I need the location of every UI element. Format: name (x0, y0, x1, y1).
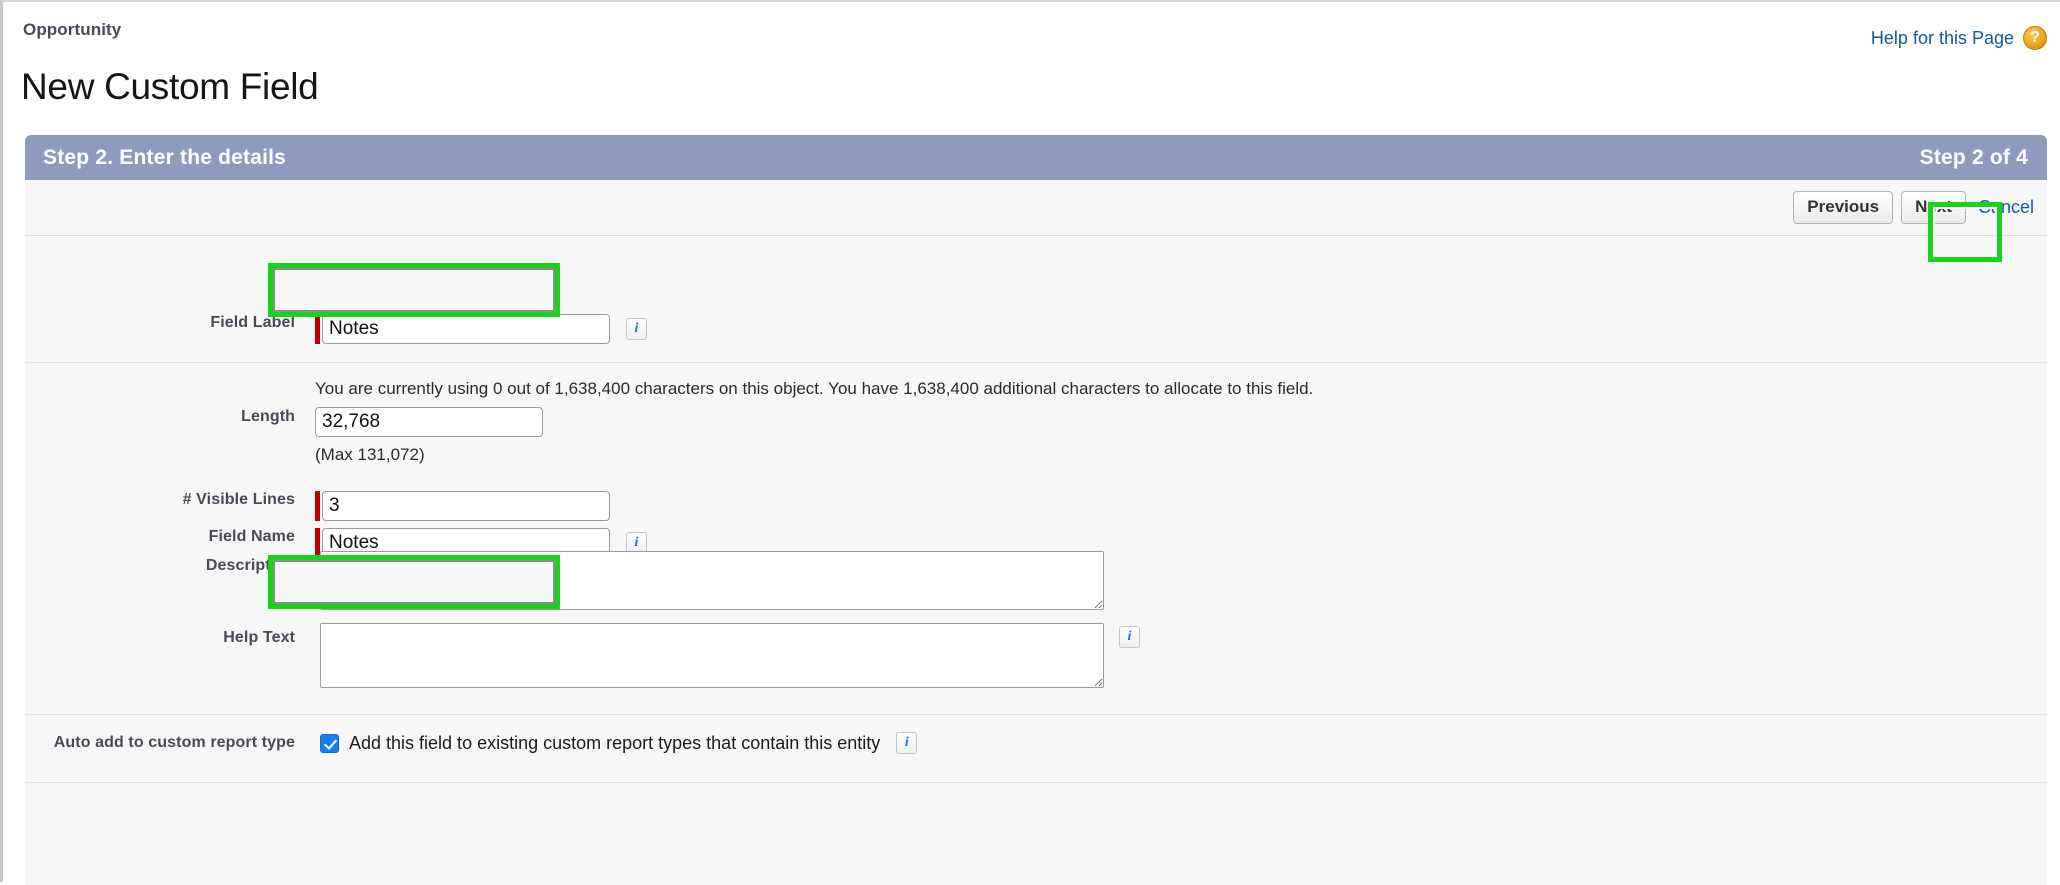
visible-lines-label: # Visible Lines (182, 491, 295, 508)
help-text-label: Help Text (223, 629, 295, 646)
visible-lines-input[interactable] (322, 491, 610, 521)
visible-lines-required-marker (315, 491, 320, 521)
auto-add-report-type-checkbox[interactable] (320, 733, 339, 753)
help-for-this-page-link[interactable]: Help for this Page (1871, 28, 2014, 49)
wizard-button-group: Previous Next Cancel (1793, 191, 2034, 225)
description-textarea[interactable] (320, 551, 1104, 610)
wizard-step-bar: Step 2. Enter the details Step 2 of 4 (25, 135, 2047, 180)
row-separator (25, 362, 2047, 363)
length-max-note: (Max 131,072) (315, 445, 425, 464)
description-row: Description (25, 551, 2047, 610)
wizard-button-bar-top: Previous Next Cancel (25, 180, 2047, 236)
field-label-label: Field Label (210, 314, 295, 331)
length-input[interactable] (315, 407, 543, 437)
cancel-link[interactable]: Cancel (1974, 197, 2034, 218)
question-orb-icon[interactable]: ? (2023, 26, 2047, 50)
page-header: Opportunity New Custom Field Help for th… (3, 2, 2060, 110)
wizard-panel: Step 2. Enter the details Step 2 of 4 Pr… (25, 135, 2047, 885)
length-label: Length (241, 408, 295, 425)
wizard-step-counter: Step 2 of 4 (1919, 146, 2028, 169)
wizard-step-title: Step 2. Enter the details (43, 146, 287, 169)
length-allocation-note: You are currently using 0 out of 1,638,4… (315, 379, 1314, 398)
help-text-textarea[interactable] (320, 623, 1104, 688)
field-label-info-icon[interactable]: i (626, 318, 647, 340)
visible-lines-row: # Visible Lines (25, 491, 2047, 521)
next-button[interactable]: Next (1901, 191, 1966, 225)
field-label-row: Field Label i (25, 314, 2047, 344)
field-name-label: Field Name (208, 528, 295, 545)
page-frame: Opportunity New Custom Field Help for th… (0, 0, 2060, 885)
auto-add-report-type-row: Auto add to custom report type Add this … (25, 732, 2047, 754)
field-label-required-marker (315, 314, 320, 344)
auto-add-report-type-info-icon[interactable]: i (896, 732, 918, 754)
row-separator (25, 782, 2047, 783)
help-area: Help for this Page ? (1871, 26, 2047, 50)
row-separator (25, 714, 2047, 715)
help-text-row: Help Text i (25, 623, 2047, 688)
field-label-input[interactable] (322, 314, 610, 344)
auto-add-report-type-label: Auto add to custom report type (53, 734, 295, 751)
length-row: Length You are currently using 0 out of … (25, 379, 2047, 465)
custom-field-form: Field Label i Length You are currently u… (25, 236, 2047, 885)
breadcrumb: Opportunity (23, 20, 122, 39)
help-text-info-icon[interactable]: i (1119, 626, 1140, 648)
description-label: Description (205, 557, 295, 574)
previous-button[interactable]: Previous (1793, 191, 1894, 225)
page-title: New Custom Field (21, 65, 319, 107)
auto-add-report-type-checkbox-label: Add this field to existing custom report… (349, 732, 881, 753)
